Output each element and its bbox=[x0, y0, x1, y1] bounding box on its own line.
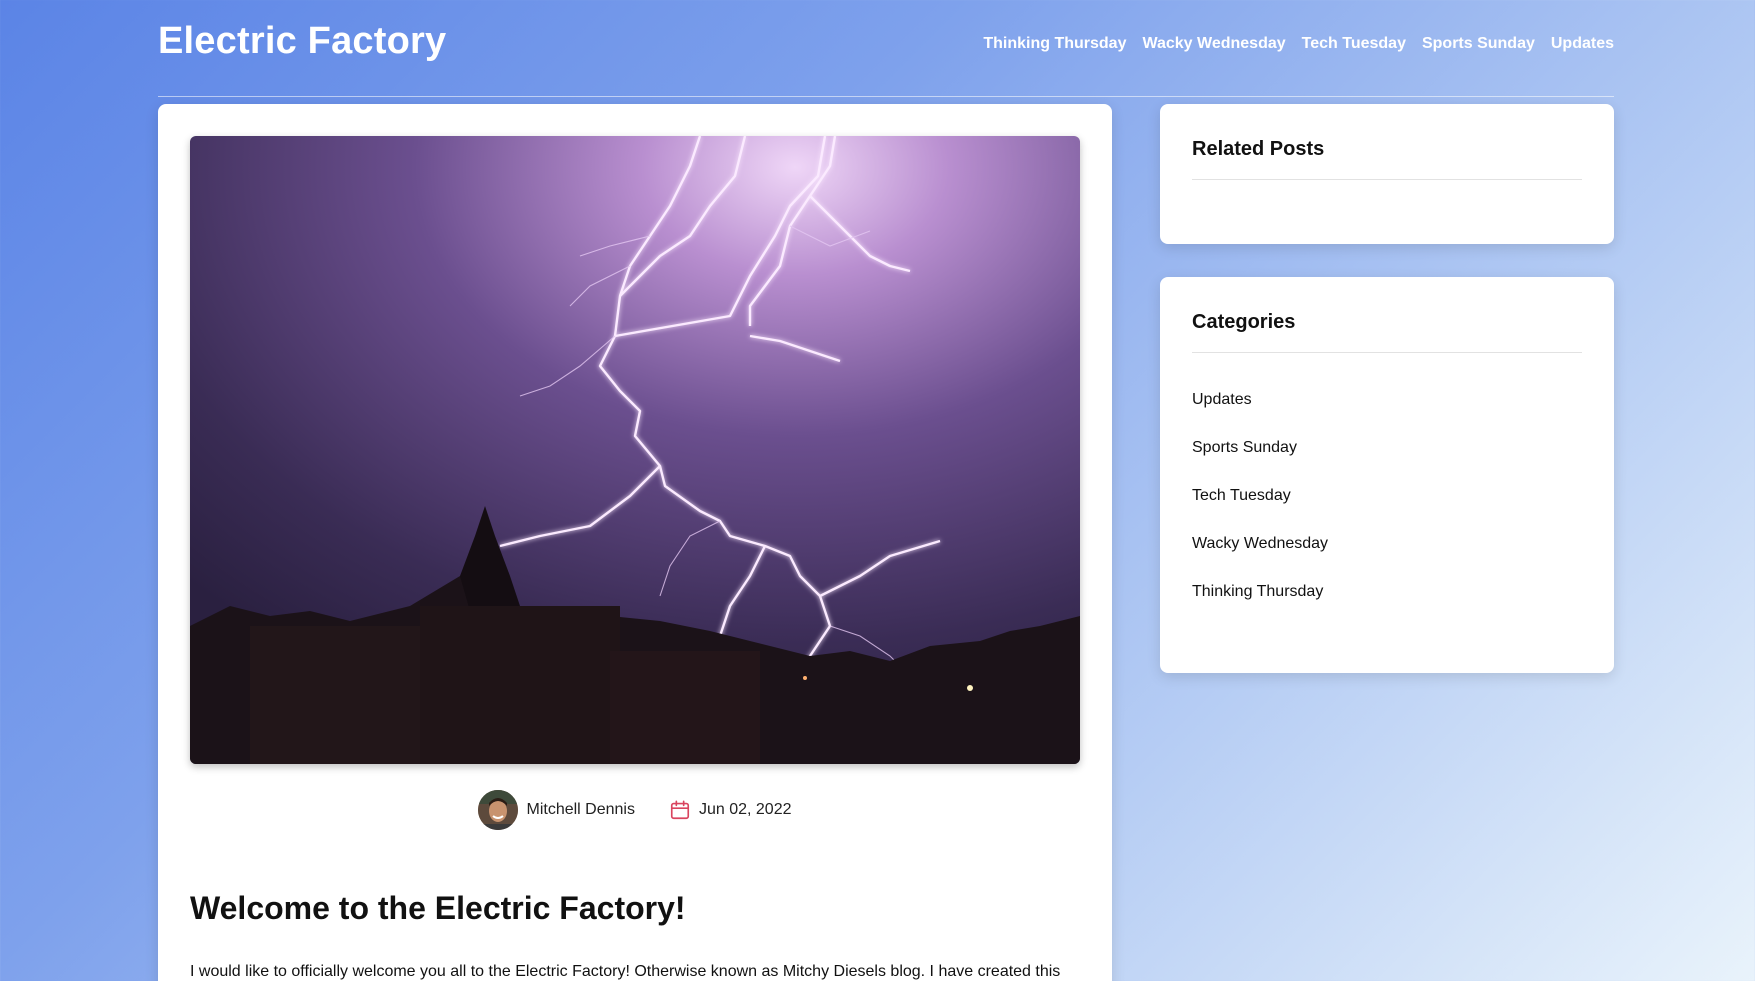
post-title: Welcome to the Electric Factory! bbox=[190, 890, 686, 926]
author-avatar bbox=[478, 790, 519, 830]
divider bbox=[1192, 352, 1582, 353]
nav-sports-sunday[interactable]: Sports Sunday bbox=[1422, 35, 1535, 53]
related-posts-card: Related Posts bbox=[1160, 104, 1614, 244]
calendar-icon bbox=[669, 799, 691, 821]
date-meta: Jun 02, 2022 bbox=[669, 799, 792, 821]
nav-wacky-wednesday[interactable]: Wacky Wednesday bbox=[1142, 35, 1285, 53]
category-wacky-wednesday[interactable]: Wacky Wednesday bbox=[1192, 535, 1328, 583]
category-sports-sunday[interactable]: Sports Sunday bbox=[1192, 439, 1328, 487]
category-thinking-thursday[interactable]: Thinking Thursday bbox=[1192, 583, 1328, 631]
nav-updates[interactable]: Updates bbox=[1551, 35, 1614, 53]
author-meta: Mitchell Dennis bbox=[478, 790, 635, 830]
category-tech-tuesday[interactable]: Tech Tuesday bbox=[1192, 487, 1328, 535]
post-date: Jun 02, 2022 bbox=[698, 801, 792, 818]
lightning-photo bbox=[190, 136, 1080, 764]
divider bbox=[1192, 179, 1582, 180]
post-body: I would like to officially welcome you a… bbox=[190, 963, 1061, 980]
categories-list: Updates Sports Sunday Tech Tuesday Wacky… bbox=[1192, 391, 1328, 631]
nav-tech-tuesday[interactable]: Tech Tuesday bbox=[1302, 35, 1406, 53]
category-updates[interactable]: Updates bbox=[1192, 391, 1328, 439]
related-posts-heading: Related Posts bbox=[1192, 138, 1325, 160]
avatar-icon bbox=[478, 790, 519, 830]
site-title[interactable]: Electric Factory bbox=[158, 20, 446, 63]
post-meta: Mitchell Dennis Jun 02, 2022 bbox=[158, 788, 1112, 832]
hero-image bbox=[190, 136, 1080, 764]
categories-card: Categories Updates Sports Sunday Tech Tu… bbox=[1160, 277, 1614, 673]
author-name[interactable]: Mitchell Dennis bbox=[526, 801, 634, 819]
site-header: Electric Factory Thinking Thursday Wacky… bbox=[158, 0, 1614, 97]
categories-heading: Categories bbox=[1192, 311, 1296, 333]
nav-thinking-thursday[interactable]: Thinking Thursday bbox=[983, 35, 1126, 53]
main-nav: Thinking Thursday Wacky Wednesday Tech T… bbox=[983, 35, 1614, 53]
post-card: Mitchell Dennis Jun 02, 2022 Welcome to … bbox=[158, 104, 1112, 981]
